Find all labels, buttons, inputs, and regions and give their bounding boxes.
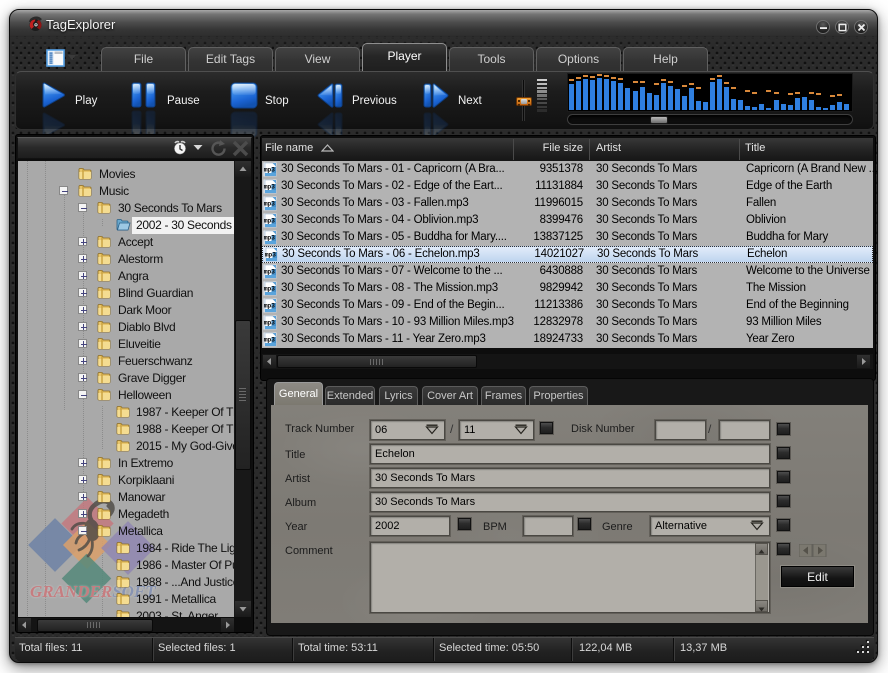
svg-text:mp3: mp3 <box>265 252 276 259</box>
svg-text:mp3: mp3 <box>264 167 275 174</box>
svg-text:mp3: mp3 <box>264 303 275 310</box>
svg-text:mp3: mp3 <box>264 286 275 293</box>
svg-text:mp3: mp3 <box>264 337 275 344</box>
svg-text:mp3: mp3 <box>264 269 275 276</box>
svg-text:mp3: mp3 <box>264 320 275 327</box>
svg-text:mp3: mp3 <box>264 201 275 208</box>
svg-text:mp3: mp3 <box>264 184 275 191</box>
svg-text:mp3: mp3 <box>264 235 275 242</box>
svg-text:mp3: mp3 <box>264 218 275 225</box>
